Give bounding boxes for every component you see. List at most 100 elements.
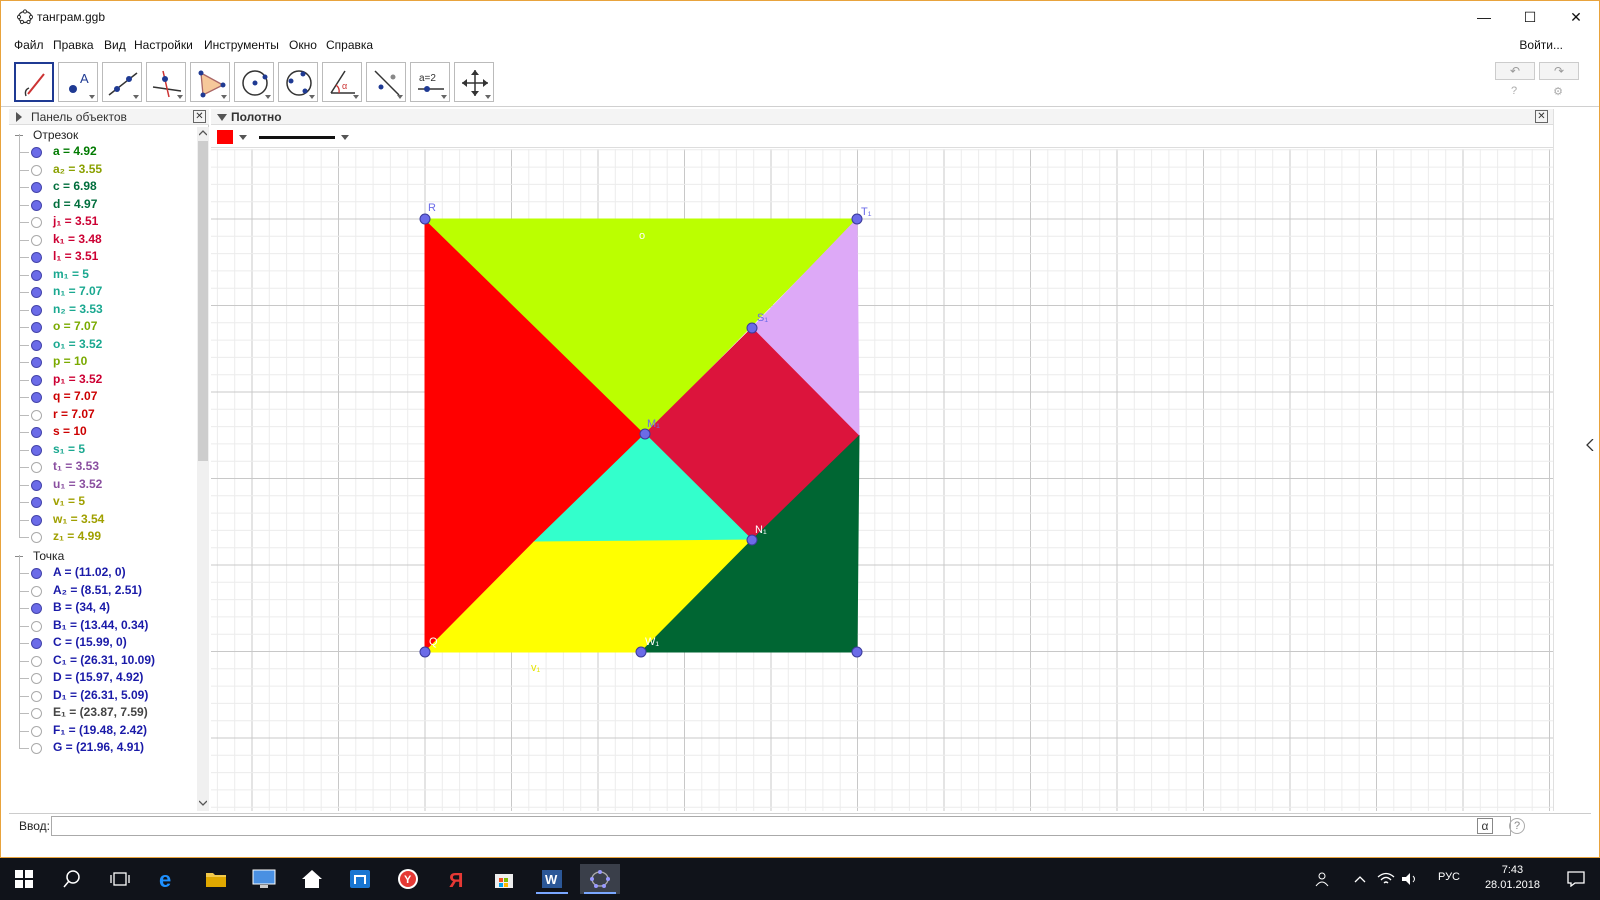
algebra-group-header[interactable]: Точка	[33, 549, 64, 563]
algebra-item[interactable]: n₂ = 3.53	[9, 292, 195, 319]
visibility-toggle[interactable]	[31, 691, 42, 702]
algebra-item[interactable]: o₁ = 3.52	[9, 327, 195, 354]
algebra-scrollbar[interactable]	[197, 127, 209, 811]
undo-button[interactable]: ↶	[1495, 62, 1535, 80]
visibility-toggle[interactable]	[31, 621, 42, 632]
visibility-toggle[interactable]	[31, 165, 42, 176]
input-help-icon[interactable]: ?	[1509, 818, 1525, 834]
visibility-toggle[interactable]	[31, 515, 42, 526]
scroll-down-icon[interactable]	[199, 799, 207, 807]
input-field[interactable]	[51, 816, 1511, 836]
algebra-item[interactable]: n₁ = 7.07	[9, 274, 195, 301]
algebra-item[interactable]: C₁ = (26.31, 10.09)	[9, 643, 195, 670]
algebra-group-header[interactable]: Отрезок	[33, 128, 78, 142]
help-icon[interactable]: ?	[1507, 85, 1521, 99]
algebra-item[interactable]: D₁ = (26.31, 5.09)	[9, 678, 195, 705]
visibility-toggle[interactable]	[31, 708, 42, 719]
visibility-toggle[interactable]	[31, 497, 42, 508]
line-tool-button[interactable]	[102, 62, 142, 102]
algebra-item[interactable]: D = (15.97, 4.92)	[9, 660, 195, 687]
home-button[interactable]	[292, 864, 332, 894]
menu-help[interactable]: Справка	[326, 38, 373, 52]
conic-tool-button[interactable]	[278, 62, 318, 102]
visibility-toggle[interactable]	[31, 532, 42, 543]
visibility-toggle[interactable]	[31, 638, 42, 649]
app-button[interactable]	[340, 864, 380, 894]
algebra-item[interactable]: p₁ = 3.52	[9, 362, 195, 389]
alpha-keyboard-button[interactable]: α	[1477, 818, 1493, 834]
close-button[interactable]: ✕	[1553, 1, 1599, 33]
visibility-toggle[interactable]	[31, 305, 42, 316]
circle-tool-button[interactable]	[234, 62, 274, 102]
algebra-item[interactable]: A₂ = (8.51, 2.51)	[9, 573, 195, 600]
point-M1[interactable]	[639, 428, 651, 440]
expand-arrow-icon[interactable]	[15, 112, 23, 122]
side-panel-toggle-icon[interactable]	[1586, 439, 1594, 451]
people-button[interactable]	[1304, 864, 1344, 894]
perpendicular-tool-button[interactable]	[146, 62, 186, 102]
algebra-item[interactable]: G = (21.96, 4.91)	[9, 730, 195, 757]
collapse-arrow-icon[interactable]	[217, 114, 227, 121]
algebra-item[interactable]: c = 6.98	[9, 169, 195, 196]
login-link[interactable]: Войти...	[1519, 38, 1563, 52]
file-explorer-button[interactable]	[196, 864, 236, 894]
algebra-item[interactable]: s₁ = 5	[9, 432, 195, 459]
algebra-item[interactable]: B₁ = (13.44, 0.34)	[9, 608, 195, 635]
algebra-item[interactable]: k₁ = 3.48	[9, 222, 195, 249]
visibility-toggle[interactable]	[31, 200, 42, 211]
polygon-tool-button[interactable]	[190, 62, 230, 102]
visibility-toggle[interactable]	[31, 252, 42, 263]
maximize-button[interactable]: ☐	[1507, 1, 1553, 33]
algebra-item[interactable]: d = 4.97	[9, 187, 195, 214]
move-tool-button[interactable]	[14, 62, 54, 102]
point-Q[interactable]	[419, 646, 431, 658]
menu-settings[interactable]: Настройки	[134, 38, 193, 52]
visibility-toggle[interactable]	[31, 340, 42, 351]
visibility-toggle[interactable]	[31, 726, 42, 737]
algebra-item[interactable]: z₁ = 4.99	[9, 519, 195, 546]
color-dropdown-icon[interactable]	[239, 135, 247, 141]
algebra-item[interactable]: r = 7.07	[9, 397, 195, 424]
menu-edit[interactable]: Правка	[53, 38, 94, 52]
visibility-toggle[interactable]	[31, 235, 42, 246]
word-button[interactable]: W	[532, 864, 572, 894]
drawing-canvas[interactable]: R T₁ S₁ M₁ N₁ Q W₁ v₁ o	[211, 149, 1553, 811]
tangram-svg[interactable]: R T₁ S₁ M₁ N₁ Q W₁ v₁ o	[211, 149, 1553, 811]
yandex-browser-button[interactable]: Y	[388, 864, 428, 894]
visibility-toggle[interactable]	[31, 270, 42, 281]
visibility-toggle[interactable]	[31, 357, 42, 368]
reflect-tool-button[interactable]	[366, 62, 406, 102]
visibility-toggle[interactable]	[31, 445, 42, 456]
algebra-item[interactable]: m₁ = 5	[9, 257, 195, 284]
minimize-button[interactable]: —	[1461, 1, 1507, 33]
algebra-item[interactable]: v₁ = 5	[9, 484, 195, 511]
task-view-button[interactable]	[100, 864, 140, 894]
keyboard-language[interactable]: РУС	[1438, 871, 1460, 883]
visibility-toggle[interactable]	[31, 392, 42, 403]
visibility-toggle[interactable]	[31, 375, 42, 386]
visibility-toggle[interactable]	[31, 586, 42, 597]
visibility-toggle[interactable]	[31, 322, 42, 333]
algebra-item[interactable]: u₁ = 3.52	[9, 467, 195, 494]
scroll-up-icon[interactable]	[199, 129, 207, 137]
geogebra-taskbar-button[interactable]	[580, 864, 620, 894]
yandex-button[interactable]: Я	[436, 864, 476, 894]
algebra-item[interactable]: B = (34, 4)	[9, 590, 195, 617]
point-S1[interactable]	[746, 322, 758, 334]
edge-button[interactable]: e	[148, 864, 188, 894]
algebra-item[interactable]: l₁ = 3.51	[9, 239, 195, 266]
remote-desktop-button[interactable]	[244, 864, 284, 894]
algebra-item[interactable]: q = 7.07	[9, 379, 195, 406]
close-algebra-panel-button[interactable]: ✕	[193, 110, 206, 123]
notifications-button[interactable]	[1556, 864, 1596, 894]
color-swatch[interactable]	[217, 130, 233, 144]
menu-window[interactable]: Окно	[289, 38, 317, 52]
algebra-item[interactable]: a = 4.92	[9, 134, 195, 161]
close-graphics-view-button[interactable]: ✕	[1535, 110, 1548, 123]
algebra-item[interactable]: w₁ = 3.54	[9, 502, 195, 529]
visibility-toggle[interactable]	[31, 656, 42, 667]
algebra-item[interactable]: a₂ = 3.55	[9, 152, 195, 179]
visibility-toggle[interactable]	[31, 462, 42, 473]
visibility-toggle[interactable]	[31, 427, 42, 438]
algebra-item[interactable]: A = (11.02, 0)	[9, 555, 195, 582]
